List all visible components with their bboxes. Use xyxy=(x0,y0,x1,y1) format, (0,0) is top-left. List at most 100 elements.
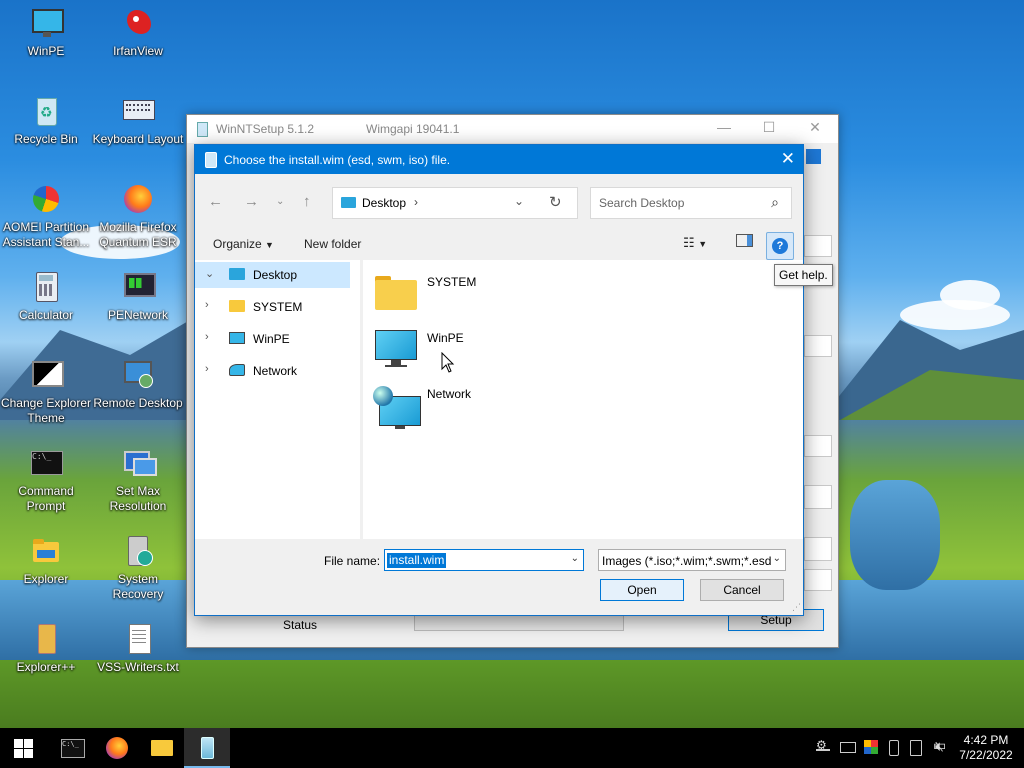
desktop-folder-icon xyxy=(341,197,356,208)
usb-tray-icon[interactable] xyxy=(889,740,899,756)
desktop-icon-remote-desktop[interactable]: Remote Desktop xyxy=(92,358,184,411)
text-file-icon xyxy=(121,622,155,656)
folder-icon xyxy=(29,622,63,656)
taskbar-file-explorer[interactable] xyxy=(139,728,185,768)
chevron-down-icon[interactable]: ⌄ xyxy=(571,553,579,564)
navigation-bar: ← → ⌄ ↑ Desktop › ⌄ ↻ Search Desktop ⌕ xyxy=(195,185,803,219)
dialog-footer: File name: install.wim ⌄ Images (*.iso;*… xyxy=(195,539,803,615)
firefox-icon xyxy=(121,182,155,216)
chevron-down-icon[interactable]: ⌄ xyxy=(770,553,781,564)
nav-item-winpe[interactable]: › WinPE xyxy=(195,326,350,352)
taskbar-winntsetup[interactable] xyxy=(184,728,230,768)
cmd-icon: C:\_ xyxy=(61,739,85,758)
network-tray-icon[interactable]: ⚙ xyxy=(816,738,830,754)
recent-locations-chevron-icon[interactable]: ⌄ xyxy=(276,196,284,207)
address-segment-desktop[interactable]: Desktop xyxy=(362,196,406,210)
pond xyxy=(850,480,940,590)
desktop-icon-vss-writers[interactable]: VSS-Writers.txt xyxy=(92,622,184,675)
open-file-dialog[interactable]: Choose the install.wim (esd, swm, iso) f… xyxy=(194,144,804,616)
desktop-icon-penetwork[interactable]: PENetwork xyxy=(92,270,184,323)
winntsetup-dropdown[interactable] xyxy=(804,537,832,561)
chevron-down-icon[interactable]: ⌄ xyxy=(514,194,524,208)
dialog-title: Choose the install.wim (esd, swm, iso) f… xyxy=(224,153,451,167)
close-icon[interactable]: ✕ xyxy=(781,149,795,169)
address-bar[interactable]: Desktop › ⌄ ↻ xyxy=(332,187,578,219)
desktop-icon-set-max-resolution[interactable]: Set Max Resolution xyxy=(92,446,184,514)
help-button[interactable]: ? xyxy=(766,232,794,260)
chevron-down-icon[interactable]: ⌄ xyxy=(205,267,214,280)
back-arrow-icon[interactable]: ← xyxy=(208,193,223,210)
view-options-icon[interactable]: ☷ ▼ xyxy=(683,235,707,251)
file-type-select[interactable]: Images (*.iso;*.wim;*.swm;*.esd ⌄ xyxy=(598,549,786,571)
chevron-right-icon[interactable]: › xyxy=(205,331,209,343)
organize-button[interactable]: Organize ▼ xyxy=(213,237,274,251)
winntsetup-field[interactable] xyxy=(804,235,832,257)
forward-arrow-icon[interactable]: → xyxy=(244,193,259,210)
file-name-input[interactable]: install.wim ⌄ xyxy=(384,549,584,571)
aomei-icon xyxy=(29,182,63,216)
desktop-folder-icon xyxy=(229,268,245,280)
open-button[interactable]: Open xyxy=(600,579,684,601)
search-input[interactable]: Search Desktop xyxy=(599,196,684,210)
battery-tray-icon[interactable] xyxy=(910,740,922,756)
monitor-icon xyxy=(229,332,245,344)
winntsetup-field[interactable] xyxy=(804,435,832,457)
close-icon[interactable]: ✕ xyxy=(800,119,830,136)
color-tray-icon[interactable] xyxy=(864,740,878,754)
desktop-icon-explorer-plus-plus[interactable]: Explorer++ xyxy=(0,622,92,675)
monitor-icon xyxy=(29,6,64,40)
clock-time: 4:42 PM xyxy=(963,733,1009,747)
nav-item-system[interactable]: › SYSTEM xyxy=(195,294,350,320)
firefox-icon xyxy=(106,737,128,759)
desktop-icon-winpe[interactable]: WinPE xyxy=(0,6,92,59)
winntsetup-titlebar[interactable]: WinNTSetup 5.1.2 Wimgapi 19041.1 — ☐ ✕ xyxy=(187,115,838,143)
chevron-right-icon[interactable]: › xyxy=(205,299,209,311)
navigation-pane[interactable]: ⌄ Desktop › SYSTEM › WinPE › Network xyxy=(195,260,360,539)
file-item-winpe[interactable]: WinPE xyxy=(371,326,581,378)
winntsetup-field[interactable] xyxy=(804,335,832,357)
cancel-button[interactable]: Cancel xyxy=(700,579,784,601)
recycle-bin-icon: ♻ xyxy=(29,94,63,128)
volume-muted-icon[interactable]: 🔇︎ xyxy=(935,738,949,754)
desktop-icon-command-prompt[interactable]: C:\_ Command Prompt xyxy=(0,446,92,514)
desktop-icon-irfanview[interactable]: IrfanView xyxy=(92,6,184,59)
taskbar-command-prompt[interactable]: C:\_ xyxy=(49,728,95,768)
desktop-icon-keyboard-layout[interactable]: Keyboard Layout xyxy=(92,94,184,147)
winntsetup-subtitle: Wimgapi 19041.1 xyxy=(366,122,460,136)
refresh-icon[interactable]: ↻ xyxy=(549,193,562,211)
desktop-icon-firefox[interactable]: Mozilla Firefox Quantum ESR xyxy=(92,182,184,250)
nav-item-network[interactable]: › Network xyxy=(195,358,350,384)
desktop-icon-recycle-bin[interactable]: ♻ Recycle Bin xyxy=(0,94,92,147)
folder-icon xyxy=(151,740,173,756)
dialog-titlebar[interactable]: Choose the install.wim (esd, swm, iso) f… xyxy=(195,145,803,174)
nav-item-desktop[interactable]: ⌄ Desktop xyxy=(195,262,350,288)
winntsetup-dropdown[interactable] xyxy=(804,485,832,509)
system-clock[interactable]: 4:42 PM 7/22/2022 xyxy=(954,733,1018,763)
folder-icon xyxy=(229,300,245,312)
desktop-icon-aomei[interactable]: AOMEI Partition Assistant Stan... xyxy=(0,182,92,250)
taskbar-firefox[interactable] xyxy=(94,728,140,768)
new-folder-button[interactable]: New folder xyxy=(304,237,361,251)
keyboard-tray-icon[interactable] xyxy=(840,742,856,753)
desktop-icon-explorer[interactable]: Explorer xyxy=(0,534,92,587)
minimize-icon[interactable]: — xyxy=(709,119,739,135)
desktop-icon-change-explorer-theme[interactable]: Change Explorer Theme xyxy=(0,358,92,426)
monitor-icon xyxy=(375,330,417,370)
desktop-icon-calculator[interactable]: Calculator xyxy=(0,270,92,323)
chevron-right-icon[interactable]: › xyxy=(205,363,209,375)
breadcrumb-chevron-icon[interactable]: › xyxy=(414,195,418,209)
winntsetup-field[interactable] xyxy=(804,569,832,591)
maximize-icon[interactable]: ☐ xyxy=(754,119,784,136)
preview-pane-icon[interactable] xyxy=(736,234,753,250)
desktop-icon-system-recovery[interactable]: System Recovery xyxy=(92,534,184,602)
start-button[interactable] xyxy=(0,728,46,768)
search-box[interactable]: Search Desktop ⌕ xyxy=(590,187,792,219)
winntsetup-title: WinNTSetup 5.1.2 xyxy=(216,122,315,136)
file-item-network[interactable]: Network xyxy=(371,382,581,434)
up-arrow-icon[interactable]: ↑ xyxy=(303,193,311,210)
resize-grip-icon[interactable]: ⋰ xyxy=(792,602,801,613)
file-type-value: Images (*.iso;*.wim;*.swm;*.esd xyxy=(602,554,772,568)
file-list[interactable]: SYSTEM WinPE Network xyxy=(363,260,803,539)
file-item-system[interactable]: SYSTEM xyxy=(371,270,581,322)
resolution-icon xyxy=(121,446,157,480)
